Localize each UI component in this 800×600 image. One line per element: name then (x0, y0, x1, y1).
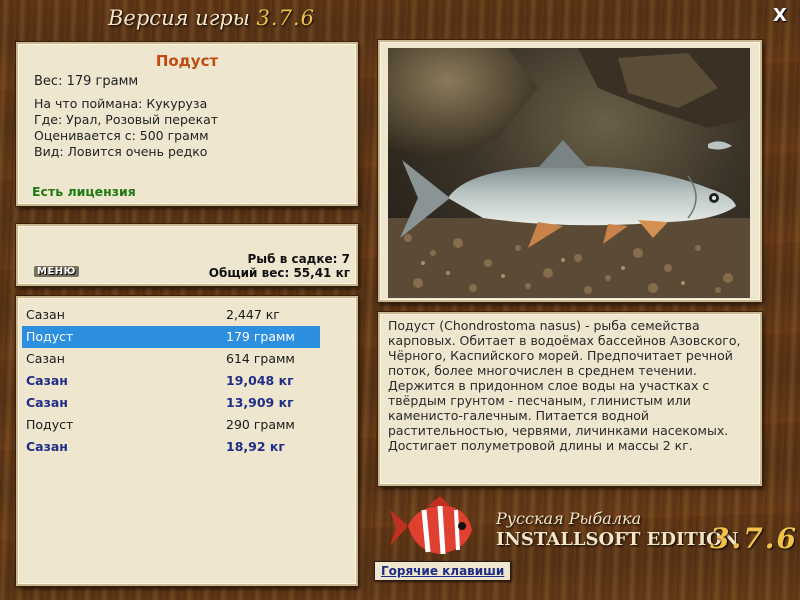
catch-name: Сазан (26, 439, 68, 454)
keepnet-summary-panel: Рыб в садке: 7 Общий вес: 55,41 кг МЕНЮ (16, 224, 358, 286)
catch-weight: 18,92 кг (226, 439, 285, 454)
logo-title: Русская Рыбалка (496, 509, 642, 528)
hotkeys-button[interactable]: Горячие клавиши (374, 561, 512, 581)
fish-weight: Вес: 179 грамм (34, 74, 139, 89)
menu-button[interactable]: МЕНЮ (34, 266, 79, 277)
fish-name: Подуст (155, 52, 219, 70)
catch-weight: 614 грамм (226, 351, 295, 366)
catch-name: Сазан (26, 373, 68, 388)
catch-row[interactable]: Сазан 19,048 кг (22, 370, 320, 392)
catch-list-panel: Сазан 2,447 кг Подуст 179 грамм Сазан 61… (16, 296, 358, 586)
catch-weight: 290 грамм (226, 417, 295, 432)
catch-weight: 2,447 кг (226, 307, 280, 322)
catch-row[interactable]: Сазан 614 грамм (22, 348, 320, 370)
catch-weight: 179 грамм (226, 329, 295, 344)
logo-version: 3.7.6 (710, 522, 798, 555)
total-weight: Общий вес: 55,41 кг (208, 266, 350, 280)
catch-name: Подуст (26, 417, 74, 432)
fish-count: Рыб в садке: 7 (247, 252, 351, 266)
logo-edition: INSTALLSOFT EDITION (496, 529, 739, 550)
catch-name: Сазан (26, 307, 65, 322)
fish-description-panel: Подуст (Chondrostoma nasus) - рыба семей… (378, 312, 762, 486)
logo-fish-icon (390, 496, 472, 555)
catch-name: Сазан (26, 395, 68, 410)
license-status: Есть лицензия (32, 184, 136, 199)
close-button[interactable]: X (770, 6, 790, 26)
catch-row-selected[interactable]: Подуст 179 грамм (22, 326, 320, 348)
fish-photo-panel (378, 40, 762, 302)
catch-row[interactable]: Подуст 290 грамм (22, 414, 320, 436)
fish-photo (388, 48, 750, 298)
location-line: Где: Урал, Розовый перекат (34, 112, 219, 127)
rarity-line: Вид: Ловится очень редко (34, 144, 208, 159)
fish-info-panel: Подуст Вес: 179 грамм На что поймана: Ку… (16, 42, 358, 206)
catch-row[interactable]: Сазан 18,92 кг (22, 436, 320, 458)
title-bar: Версия игры 3.7.6 X (0, 0, 800, 38)
window-title: Версия игры 3.7.6 (108, 6, 315, 30)
fish-description: Подуст (Chondrostoma nasus) - рыба семей… (388, 318, 741, 453)
catch-weight: 13,909 кг (226, 395, 294, 410)
catch-row[interactable]: Сазан 2,447 кг (22, 304, 320, 326)
title-label: Версия игры (108, 6, 250, 30)
value-line: Оценивается с: 500 грамм (34, 128, 209, 143)
title-version: 3.7.6 (256, 6, 315, 30)
catch-name: Сазан (26, 351, 65, 366)
bait-line: На что поймана: Кукуруза (34, 96, 208, 111)
catch-weight: 19,048 кг (226, 373, 294, 388)
catch-name: Подуст (26, 329, 74, 344)
fish-illustration (388, 48, 750, 298)
catch-row[interactable]: Сазан 13,909 кг (22, 392, 320, 414)
game-logo: Русская Рыбалка INSTALLSOFT EDITION 3.7.… (388, 492, 796, 562)
